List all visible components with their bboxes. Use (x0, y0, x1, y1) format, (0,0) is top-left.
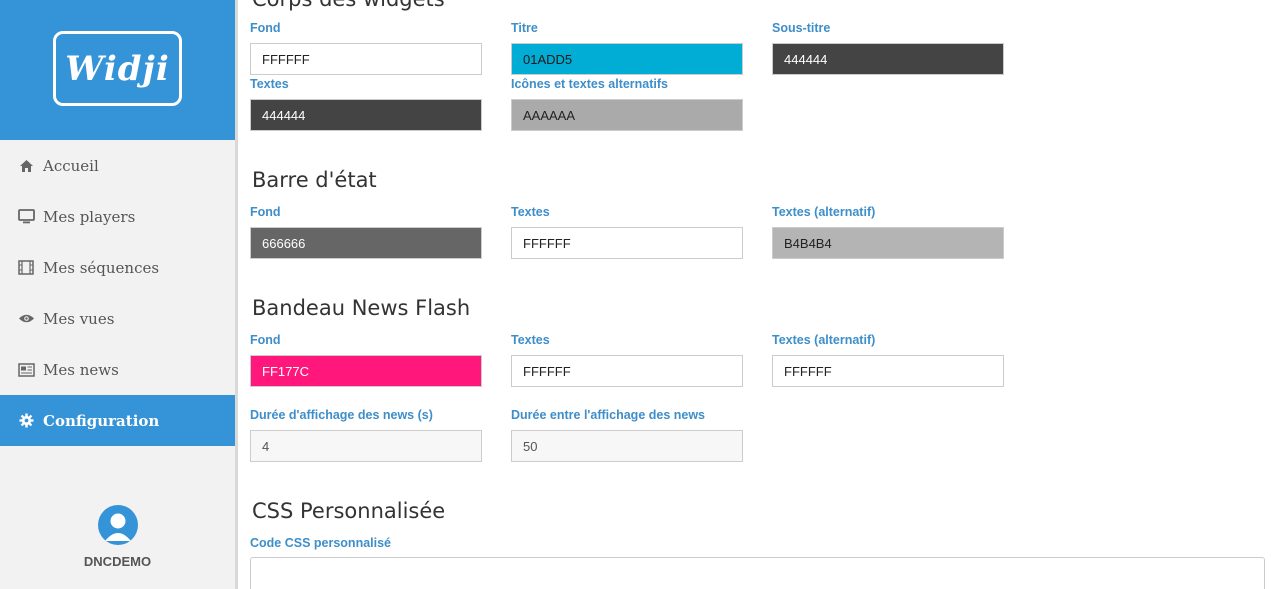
widget-title-color-input[interactable] (511, 43, 743, 75)
sidebar-nav: Accueil Mes players Mes séquences Mes vu… (0, 140, 235, 446)
sidebar-item-label: Mes players (43, 207, 136, 226)
widget-alt-color-input[interactable] (511, 99, 743, 131)
sidebar-item-configuration[interactable]: Configuration (0, 395, 235, 446)
main-content: Corps des widgets Fond Titre Sous-titre … (235, 0, 1280, 589)
sidebar-item-accueil[interactable]: Accueil (0, 140, 235, 191)
news-flash-alt-text-color-input[interactable] (772, 355, 1004, 387)
field-label: Code CSS personnalisé (250, 536, 392, 550)
field-label: Titre (511, 21, 538, 35)
news-flash-bg-color-input[interactable] (250, 355, 482, 387)
sidebar: Widji Accueil Mes players Mes séquences … (0, 0, 235, 589)
user-icon (104, 513, 131, 541)
logo[interactable]: Widji (53, 31, 182, 106)
avatar (97, 505, 138, 545)
status-bar-text-color-input[interactable] (511, 227, 743, 259)
custom-css-textarea[interactable] (250, 557, 1265, 589)
field-label: Fond (250, 21, 281, 35)
home-icon (17, 157, 35, 175)
field-label: Textes (250, 77, 289, 91)
field-label: Textes (alternatif) (772, 205, 876, 219)
sidebar-item-players[interactable]: Mes players (0, 191, 235, 242)
news-interval-duration-input[interactable] (511, 430, 743, 462)
field-label: Textes (alternatif) (772, 333, 876, 347)
field-label: Fond (250, 205, 281, 219)
section-title-widgets: Corps des widgets (252, 0, 445, 11)
sidebar-item-label: Mes news (43, 360, 119, 379)
section-title-custom-css: CSS Personnalisée (252, 499, 446, 523)
monitor-icon (17, 208, 35, 226)
sidebar-item-label: Accueil (43, 156, 99, 175)
field-label: Sous-titre (772, 21, 831, 35)
news-display-duration-input[interactable] (250, 430, 482, 462)
section-title-status-bar: Barre d'état (252, 168, 377, 192)
username: DNCDEMO (83, 554, 152, 569)
field-label: Textes (511, 205, 550, 219)
sidebar-item-vues[interactable]: Mes vues (0, 293, 235, 344)
sidebar-item-news[interactable]: Mes news (0, 344, 235, 395)
film-icon (17, 259, 35, 277)
status-bar-bg-color-input[interactable] (250, 227, 482, 259)
field-label: Fond (250, 333, 281, 347)
sidebar-item-label: Mes séquences (43, 258, 160, 277)
field-label: Durée d'affichage des news (s) (250, 408, 433, 422)
logo-text: Widji (65, 48, 170, 89)
widget-text-color-input[interactable] (250, 99, 482, 131)
field-label: Durée entre l'affichage des news (511, 408, 706, 422)
widget-subtitle-color-input[interactable] (772, 43, 1004, 75)
widget-bg-color-input[interactable] (250, 43, 482, 75)
status-bar-alt-text-color-input[interactable] (772, 227, 1004, 259)
newspaper-icon (17, 361, 35, 379)
app: Widji Accueil Mes players Mes séquences … (0, 0, 1280, 589)
news-flash-text-color-input[interactable] (511, 355, 743, 387)
field-label: Icônes et textes alternatifs (511, 77, 669, 91)
gear-icon (17, 412, 35, 430)
user-profile[interactable]: DNCDEMO (0, 505, 235, 569)
field-label: Textes (511, 333, 550, 347)
sidebar-item-label: Configuration (43, 411, 160, 430)
eye-icon (17, 310, 35, 328)
brand-header: Widji (0, 0, 235, 140)
sidebar-item-sequences[interactable]: Mes séquences (0, 242, 235, 293)
sidebar-item-label: Mes vues (43, 309, 115, 328)
section-title-news-flash: Bandeau News Flash (252, 296, 471, 320)
